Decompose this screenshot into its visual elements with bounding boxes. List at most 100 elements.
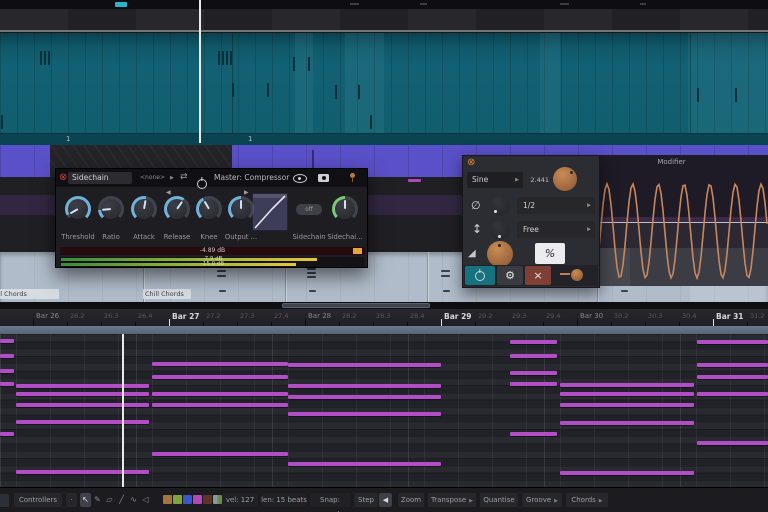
color-swatch[interactable] [203,495,212,504]
power-icon[interactable] [197,179,207,189]
midi-note[interactable] [510,382,557,386]
midi-note[interactable] [152,392,288,396]
midi-note[interactable] [16,420,149,424]
bar-ruler[interactable]: Bar 2626.226.326.4Bar 2727.227.327.4Bar … [0,309,768,327]
clip-name-tag[interactable]: Chill Chords [0,289,59,299]
midi-note[interactable] [560,421,694,425]
bipolar-toggle-button[interactable]: % [535,243,565,264]
quantise-button[interactable]: Quantise [480,493,518,507]
note-grid[interactable] [0,334,768,487]
length-field[interactable]: len: 15 beats [261,493,307,507]
color-swatch[interactable] [213,495,222,504]
midi-note[interactable] [152,362,288,366]
add-controller-button[interactable]: · [66,493,77,507]
midi-note[interactable] [152,403,288,407]
color-swatch[interactable] [173,495,182,504]
audition-tool[interactable]: ◁ [140,493,151,507]
midi-note[interactable] [0,369,14,373]
midi-note[interactable] [16,470,149,474]
bypass-icon[interactable]: ⊗ [59,172,67,184]
knob-release[interactable] [164,196,190,222]
wave-shape-select[interactable]: Sine▶ [467,172,523,188]
midi-note[interactable] [288,384,441,388]
color-swatch[interactable] [193,495,202,504]
midi-note[interactable] [152,375,288,379]
knob-knee[interactable] [196,196,222,222]
depth-knob[interactable] [487,241,513,267]
eraser-tool[interactable]: ▱ [104,493,115,507]
audio-clip-lane[interactable] [0,33,768,133]
knob-sidechai-[interactable] [332,196,358,222]
prev-arrow-icon[interactable]: ◀ [166,189,171,196]
transpose-button[interactable]: Transpose▶ [428,493,476,507]
camera-icon[interactable] [318,174,329,182]
close-modifier-icon[interactable]: ⊗ [467,157,475,168]
knob-threshold[interactable] [65,196,91,222]
midi-note[interactable] [0,432,14,436]
midi-note[interactable] [288,462,441,466]
midi-note[interactable] [0,339,14,343]
midi-note[interactable] [697,363,768,367]
controllers-button[interactable]: Controllers [14,493,62,507]
modifier-power-button[interactable] [465,266,495,285]
mod-route-knob-icon[interactable] [571,269,583,281]
horizontal-scrollbar[interactable] [0,302,768,309]
color-swatch[interactable] [183,495,192,504]
shuffle-icon[interactable]: ⇄ [180,172,188,182]
next-arrow-icon[interactable]: ▶ [244,189,249,196]
velocity-field[interactable]: vel: 127 [222,493,258,507]
device-name[interactable]: Sidechain [68,172,132,184]
groove-button[interactable]: Groove▶ [522,493,562,507]
midi-note[interactable] [697,441,768,445]
midi-note[interactable] [288,412,441,416]
amount-knob[interactable] [490,220,510,240]
knob-attack[interactable] [131,196,157,222]
step-button[interactable]: Step [354,493,378,507]
rate-knob[interactable] [553,167,577,191]
arrangement-ruler[interactable] [0,0,768,32]
sidechain-source-button[interactable]: off [296,204,322,215]
speaker-icon[interactable]: ◀ [379,493,392,507]
midi-note[interactable] [16,403,149,407]
preset-next-icon[interactable]: ▶ [170,175,174,181]
midi-note[interactable] [560,392,694,396]
chords-button[interactable]: Chords▶ [566,493,608,507]
midi-note[interactable] [560,403,694,407]
knob-ratio[interactable] [98,196,124,222]
midi-note[interactable] [697,392,768,396]
modifier-panel[interactable]: ⊗ Sine▶ 2.441 ∅ 1/2▶ ↕ Free▶ ◢ % [462,155,600,288]
midi-note[interactable] [288,363,441,367]
loop-range-strip[interactable] [0,326,768,334]
midi-note[interactable] [697,375,768,379]
brush-tool[interactable]: ∿ [128,493,139,507]
scrollbar-handle[interactable] [282,303,430,308]
zoom-button[interactable]: Zoom [398,493,424,507]
midi-note[interactable] [288,395,441,399]
midi-note[interactable] [152,452,288,456]
clip-name-tag[interactable]: Chill Chords [143,289,191,299]
compressor-plugin-window[interactable]: ⊗ Sidechain <none> ▶ ⇄ Master: Compresso… [55,168,368,268]
midi-note[interactable] [510,340,557,344]
plugin-header[interactable]: ⊗ Sidechain <none> ▶ ⇄ Master: Compresso… [56,169,367,187]
settings-gear-button[interactable]: ⚙ [497,266,523,285]
delete-x-button[interactable]: × [525,266,551,285]
pin-icon[interactable] [350,173,355,178]
midi-note[interactable] [560,383,694,387]
phase-mode-select[interactable]: 1/2▶ [517,197,595,214]
midi-note[interactable] [510,432,557,436]
line-tool[interactable]: ╱ [116,493,127,507]
midi-note[interactable] [16,384,149,388]
preset-name[interactable]: <none> [140,174,165,181]
midi-note[interactable] [0,382,14,386]
color-swatch[interactable] [163,495,172,504]
piano-roll[interactable] [0,326,768,487]
midi-note[interactable] [697,340,768,344]
snap-field[interactable]: Snap: smart [310,493,350,507]
midi-note[interactable] [16,392,149,396]
midi-note[interactable] [560,471,694,475]
pointer-tool[interactable]: ↖ [80,493,91,507]
knob-output-[interactable] [228,196,254,222]
phase-knob[interactable] [490,196,510,216]
eye-icon[interactable] [293,174,307,183]
midi-note[interactable] [510,371,557,375]
